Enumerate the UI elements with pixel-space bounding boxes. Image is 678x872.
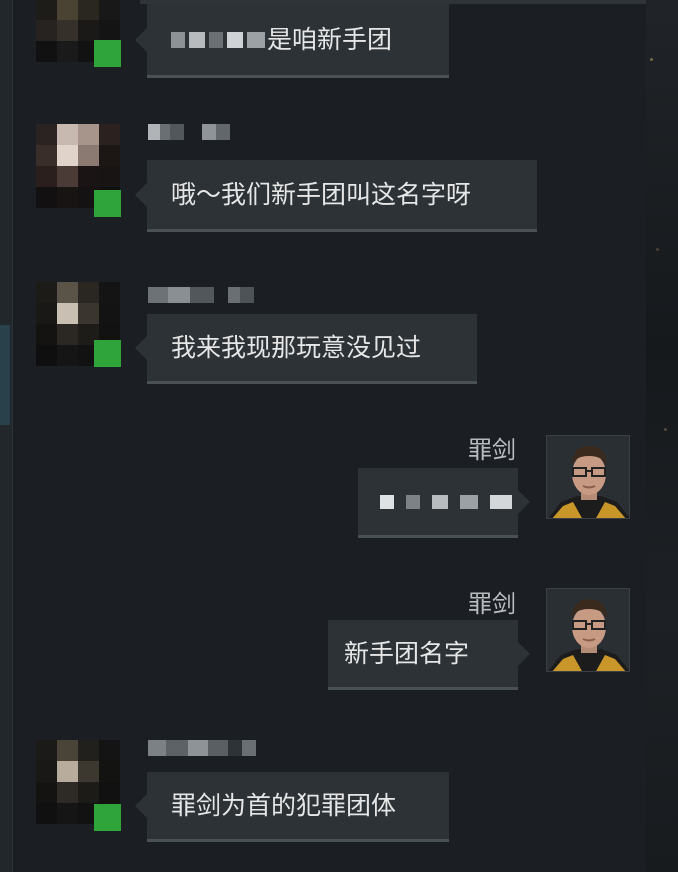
- online-indicator-icon: [94, 804, 121, 831]
- message-bubble[interactable]: 哦～我们新手团叫这名字呀: [135, 160, 537, 232]
- online-indicator-icon: [94, 190, 121, 217]
- sender-name-blurred: [148, 124, 230, 140]
- character-portrait-icon: [547, 436, 629, 518]
- message-text: 罪剑为首的犯罪团体: [171, 791, 397, 820]
- sender-name: 罪剑: [468, 590, 516, 618]
- left-sidebar-strip: [0, 0, 13, 872]
- scroll-accent: [0, 325, 10, 425]
- sender-name-blurred: [148, 740, 256, 756]
- blurred-text: [380, 494, 512, 509]
- message-bubble[interactable]: 是咱新手团: [135, 4, 449, 78]
- message-text: 我来我现那玩意没见过: [171, 333, 422, 362]
- blurred-text: [171, 31, 265, 48]
- message-text: 哦～我们新手团叫这名字呀: [171, 180, 472, 209]
- message-text: 是咱新手团: [267, 25, 393, 54]
- sender-name-blurred: [148, 287, 254, 303]
- character-portrait[interactable]: [546, 588, 630, 672]
- sender-name: 罪剑: [468, 436, 516, 464]
- message-bubble[interactable]: [358, 468, 530, 538]
- online-indicator-icon: [94, 340, 121, 367]
- message-bubble[interactable]: 罪剑为首的犯罪团体: [135, 772, 449, 842]
- online-indicator-icon: [94, 40, 121, 67]
- character-portrait-icon: [547, 589, 629, 671]
- message-bubble[interactable]: 我来我现那玩意没见过: [135, 314, 477, 384]
- message-bubble[interactable]: 新手团名字: [328, 620, 530, 690]
- character-portrait[interactable]: [546, 435, 630, 519]
- background-panel: [646, 0, 678, 872]
- message-text: 新手团名字: [344, 639, 470, 668]
